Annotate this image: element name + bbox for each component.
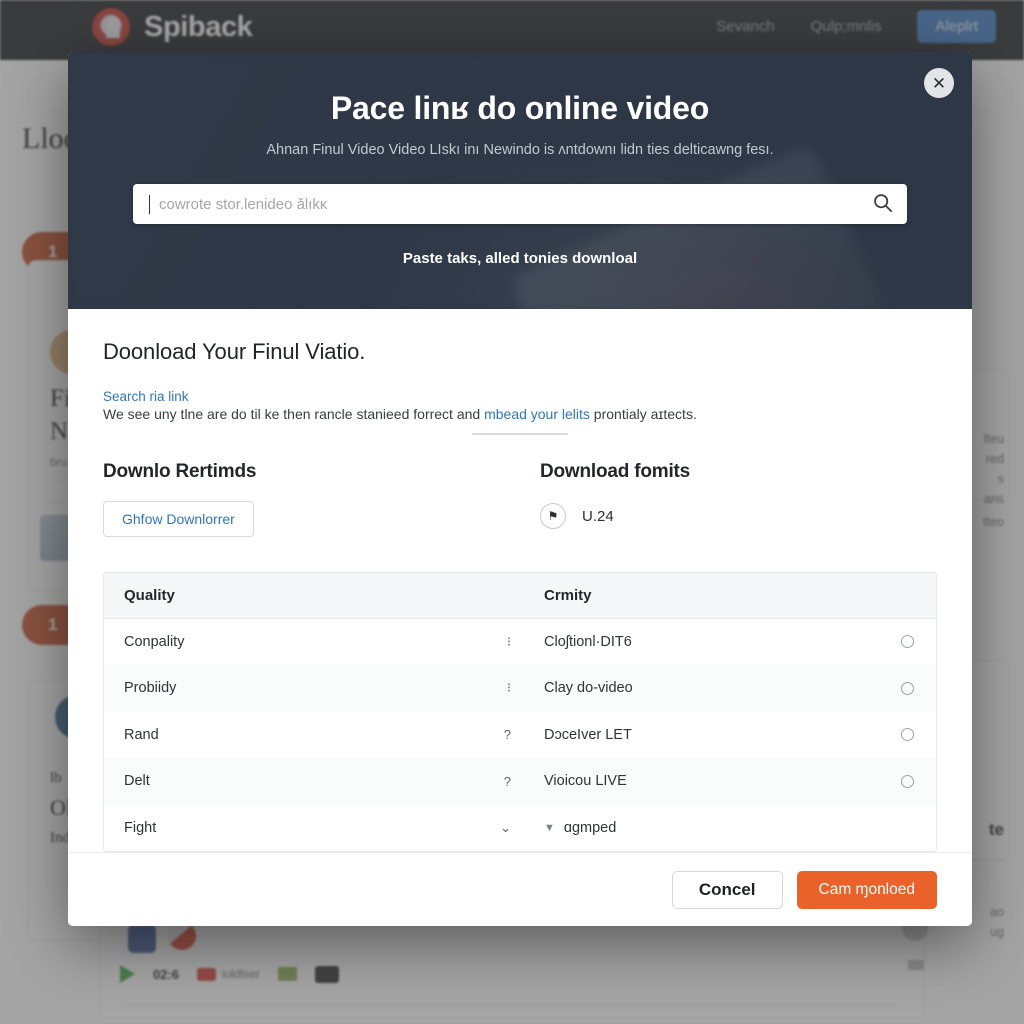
quality-label: Conpality: [124, 633, 185, 650]
paragraph-inline-link[interactable]: mbead your lelits: [484, 406, 590, 422]
mini-divider: [472, 433, 568, 435]
hero-note: Paste taks, alled tonies downloal: [402, 250, 638, 267]
quality-marker: ?: [503, 773, 511, 789]
caret-down-icon[interactable]: ▼: [544, 822, 555, 834]
quality-cell[interactable]: Conpality ⁝: [104, 619, 529, 666]
format-label: Vioicou LIVE: [544, 773, 627, 790]
column-header-quality: Quality: [124, 586, 175, 604]
table-row-expandable[interactable]: Fight ⌄ ▼ ɑgmped: [104, 804, 936, 852]
body-section-title: Doonload Your Finul Viatio.: [103, 339, 366, 364]
modal-footer: Concel Cam ɱonloed: [68, 852, 972, 926]
format-cell[interactable]: Clay do-video: [529, 665, 936, 712]
paragraph-post: prontialy aɪtects.: [589, 406, 697, 422]
quality-format-table: Quality Crmity Conpality ⁝ Cloʃtionl·DIT…: [103, 571, 937, 852]
table-row[interactable]: Conpality ⁝ Cloʃtionl·DIT6: [104, 619, 936, 666]
format-radio[interactable]: [901, 774, 914, 788]
modal-hero: ✕ Pace linʁ do online video Ahnan Finul …: [68, 52, 972, 309]
paragraph-pre: We see uny tlne are do til ke then rancl…: [103, 406, 485, 422]
format-cell[interactable]: ▼ ɑgmped: [529, 805, 936, 852]
format-radio[interactable]: [901, 728, 914, 742]
cancel-button[interactable]: Concel: [671, 870, 783, 909]
download-methods-heading: Downlo Rertimds: [103, 461, 257, 482]
chevron-down-icon[interactable]: ⌄: [500, 820, 511, 836]
download-modal: ✕ Pace linʁ do online video Ahnan Finul …: [68, 52, 972, 926]
quality-cell[interactable]: Rand ?: [104, 712, 529, 759]
format-label: Cloʃtionl·DIT6: [544, 633, 632, 650]
modal-title: Pace linʁ do online video: [330, 90, 710, 126]
url-search-bar[interactable]: [133, 184, 907, 224]
confirm-download-button[interactable]: Cam ɱonloed: [796, 870, 937, 909]
format-cell[interactable]: Cloʃtionl·DIT6: [529, 619, 936, 666]
format-option-row[interactable]: ⚑ U.24: [540, 503, 937, 529]
quality-cell[interactable]: Fight ⌄: [104, 805, 529, 852]
quality-cell[interactable]: Probiidy ⁝: [104, 665, 529, 712]
format-label: ɑgmped: [563, 819, 617, 836]
format-cell[interactable]: Vioicou LIVE: [529, 758, 936, 805]
search-icon[interactable]: [872, 192, 893, 217]
column-header-format: Crmity: [544, 586, 592, 604]
quality-label: Fight: [124, 819, 157, 836]
quality-label: Probiidy: [124, 680, 177, 697]
format-radio[interactable]: [901, 635, 914, 649]
search-via-link[interactable]: Search ria link: [103, 389, 937, 404]
options-columns: Downlo Rertimds Ghfow Downlorrer Downloa…: [103, 461, 937, 537]
show-downloader-button[interactable]: Ghfow Downlorrer: [103, 501, 254, 537]
download-formats-heading: Download fomits: [540, 461, 691, 482]
format-radio[interactable]: [901, 681, 914, 695]
body-paragraph: We see uny tlne are do til ke then rancl…: [103, 406, 937, 422]
quality-label: Rand: [124, 726, 159, 743]
table-row[interactable]: Delt ? Vioicou LIVE: [104, 758, 936, 805]
format-label: U.24: [582, 507, 614, 525]
quality-cell[interactable]: Delt ?: [104, 758, 529, 805]
flag-icon: ⚑: [540, 503, 566, 529]
table-row[interactable]: Probiidy ⁝ Clay do-video: [104, 665, 936, 712]
download-formats-column: Download fomits ⚑ U.24: [540, 461, 937, 537]
close-icon[interactable]: ✕: [924, 68, 954, 98]
quality-label: Delt: [124, 773, 150, 790]
format-cell[interactable]: DɔceIver LET: [529, 712, 936, 759]
search-input[interactable]: [159, 195, 872, 213]
quality-marker: ⁝: [506, 633, 511, 649]
table-row[interactable]: Rand ? DɔceIver LET: [104, 712, 936, 759]
download-methods-column: Downlo Rertimds Ghfow Downlorrer: [103, 461, 540, 537]
format-label: Clay do-video: [544, 680, 633, 697]
modal-subtitle: Ahnan Finul Video Video LIskı inı Newind…: [266, 142, 774, 158]
text-caret: [149, 194, 150, 214]
quality-marker: ?: [503, 727, 511, 743]
format-label: DɔceIver LET: [544, 726, 632, 743]
screen-root: Spiback Sevanch Qulp;mnlis Aleplrt Lloou…: [0, 0, 1024, 1024]
table-header-row: Quality Crmity: [104, 572, 936, 619]
modal-body: Doonload Your Finul Viatio. Search ria l…: [68, 309, 972, 547]
hero-content: Pace linʁ do online video Ahnan Finul Vi…: [68, 52, 972, 267]
quality-marker: ⁝: [506, 680, 511, 696]
